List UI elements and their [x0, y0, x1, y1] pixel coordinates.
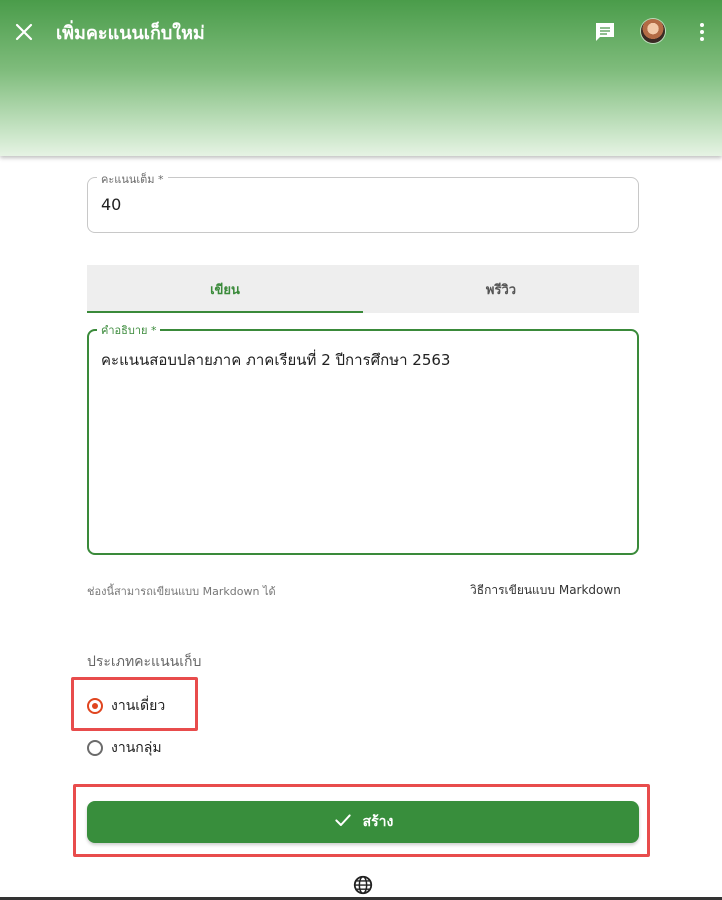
more-vert-icon[interactable]	[690, 20, 714, 44]
radio-button[interactable]	[87, 740, 103, 756]
max-score-field[interactable]	[87, 177, 639, 233]
max-score-value[interactable]: 40	[101, 195, 121, 214]
radio-group[interactable]: งานกลุ่ม	[87, 736, 162, 760]
markdown-hint: ช่องนี้สามารถเขียนแบบ Markdown ได้	[87, 585, 276, 598]
globe-icon[interactable]	[352, 874, 374, 896]
highlight-box	[73, 784, 650, 857]
tab-preview[interactable]: พรีวิว	[363, 265, 639, 313]
description-text[interactable]: คะแนนสอบปลายภาค ภาคเรียนที่ 2 ปีการศึกษา…	[101, 348, 450, 372]
chat-icon[interactable]	[593, 20, 617, 44]
app-header: เพิ่มคะแนนเก็บใหม่	[0, 0, 722, 156]
editor-tabs: เขียน พรีวิว	[87, 265, 639, 313]
avatar[interactable]	[641, 19, 665, 43]
tab-write[interactable]: เขียน	[87, 265, 363, 313]
highlight-box	[71, 677, 198, 731]
page-title: เพิ่มคะแนนเก็บใหม่	[56, 23, 205, 44]
score-type-title: ประเภทคะแนนเก็บ	[87, 654, 202, 670]
radio-label: งานกลุ่ม	[111, 740, 162, 756]
max-score-label: คะแนนเต็ม *	[97, 170, 168, 188]
close-icon[interactable]	[12, 20, 36, 44]
description-label: คำอธิบาย *	[97, 321, 161, 339]
markdown-help-link[interactable]: วิธีการเขียนแบบ Markdown	[470, 581, 621, 600]
